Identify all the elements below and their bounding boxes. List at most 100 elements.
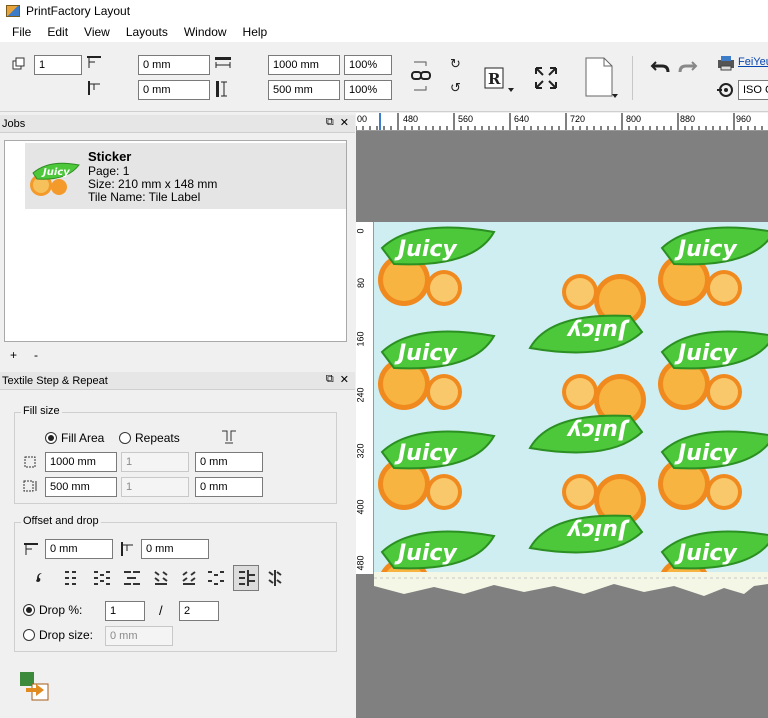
list-item[interactable]: Juicy Sticker Page: 1 Size: 210 mm x 148… bbox=[25, 143, 346, 209]
page-template-icon[interactable] bbox=[584, 56, 620, 103]
fill-height-gap[interactable]: 0 mm bbox=[195, 477, 263, 497]
job-thumbnail: Juicy bbox=[30, 162, 80, 196]
copies-input[interactable]: 1 bbox=[34, 55, 82, 75]
app-title: PrintFactory Layout bbox=[26, 4, 131, 18]
fill-height-input[interactable]: 500 mm bbox=[45, 477, 117, 497]
pattern-tile: Juicy bbox=[378, 430, 496, 510]
menu-edit[interactable]: Edit bbox=[39, 25, 76, 39]
remove-job-button[interactable]: - bbox=[34, 348, 38, 362]
float-panel-icon[interactable]: ⧉ bbox=[326, 116, 334, 129]
offset-h-input[interactable]: 0 mm bbox=[45, 539, 113, 559]
svg-text:Juicy: Juicy bbox=[674, 541, 738, 566]
menu-help[interactable]: Help bbox=[235, 25, 276, 39]
printer-link[interactable]: FeiYeu bbox=[738, 56, 768, 68]
scale-y-input[interactable]: 100% bbox=[344, 80, 392, 100]
drop-percent-label: Drop %: bbox=[39, 603, 83, 617]
jobs-panel-title: Jobs bbox=[2, 117, 26, 130]
apply-step-repeat-icon[interactable] bbox=[18, 670, 50, 702]
svg-text:Juicy: Juicy bbox=[394, 441, 458, 466]
svg-text:Juicy: Juicy bbox=[566, 318, 630, 343]
toolbar: 1 0 mm 0 mm 1000 mm 500 mm 100% 100% ↻ ↺… bbox=[0, 44, 768, 112]
rotate-ccw-icon[interactable]: ↺ bbox=[450, 80, 461, 96]
menu-file[interactable]: File bbox=[4, 25, 39, 39]
fill-area-radio[interactable]: Fill Area bbox=[45, 431, 104, 445]
pattern-selected-button[interactable] bbox=[233, 565, 259, 591]
resize-tool-icon[interactable]: R bbox=[484, 66, 518, 99]
app-icon bbox=[6, 5, 20, 17]
ruler-label: 80 bbox=[356, 277, 367, 289]
ruler-label: 160 bbox=[356, 331, 366, 347]
float-panel-icon[interactable]: ⧉ bbox=[326, 373, 334, 386]
svg-text:Juicy: Juicy bbox=[394, 237, 458, 262]
undo-icon[interactable] bbox=[650, 58, 670, 77]
add-job-button[interactable]: + bbox=[10, 348, 17, 362]
pattern-tile: Juicy bbox=[528, 374, 646, 454]
menu-view[interactable]: View bbox=[76, 25, 118, 39]
svg-text:Juicy: Juicy bbox=[674, 341, 738, 366]
menu-window[interactable]: Window bbox=[176, 25, 235, 39]
ruler-label: 800 bbox=[626, 114, 642, 124]
fill-height-repeats: 1 bbox=[121, 477, 189, 497]
pattern-rotate-icon[interactable] bbox=[207, 569, 225, 590]
pattern-tile: Juicy bbox=[378, 330, 496, 410]
redo-icon[interactable] bbox=[678, 58, 698, 77]
profile-select[interactable]: ISO C bbox=[738, 80, 768, 100]
drop-numerator-input[interactable]: 1 bbox=[105, 601, 145, 621]
height-input[interactable]: 500 mm bbox=[268, 80, 340, 100]
pattern-diagonal-icon[interactable] bbox=[267, 569, 283, 590]
drop-percent-radio-dot[interactable] bbox=[23, 604, 35, 616]
drop-percent-radio[interactable]: Drop %: bbox=[23, 603, 82, 617]
fill-width-gap[interactable]: 0 mm bbox=[195, 452, 263, 472]
artwork-sheet[interactable]: Juicy Juicy Juicy Juicy Juicy Juicy Juic… bbox=[374, 222, 768, 574]
fill-width-input[interactable]: 1000 mm bbox=[45, 452, 117, 472]
h-offset-input[interactable]: 0 mm bbox=[138, 55, 210, 75]
menu-layouts[interactable]: Layouts bbox=[118, 25, 176, 39]
h-offset-icon bbox=[86, 54, 102, 73]
pattern-flip-icon[interactable] bbox=[181, 569, 197, 590]
rotate-cw-icon[interactable]: ↻ bbox=[450, 56, 461, 72]
drop-size-input: 0 mm bbox=[105, 626, 173, 646]
close-panel-icon[interactable]: ✕ bbox=[340, 373, 349, 386]
scale-x-input[interactable]: 100% bbox=[344, 55, 392, 75]
v-offset-icon bbox=[86, 80, 102, 99]
ruler-vertical: 0 80 160 240 320 400 480 bbox=[356, 222, 374, 574]
pattern-half-drop-icon[interactable] bbox=[93, 569, 111, 590]
jobs-list[interactable]: Juicy Sticker Page: 1 Size: 210 mm x 148… bbox=[4, 140, 347, 342]
svg-text:R: R bbox=[488, 70, 501, 88]
pattern-mirror-icon[interactable] bbox=[153, 569, 169, 590]
pattern-tile: Juicy bbox=[660, 530, 768, 574]
drop-size-radio-dot[interactable] bbox=[23, 629, 35, 641]
offset-drop-group: Offset and drop 0 mm 0 mm Drop %: 1 / 2 … bbox=[14, 515, 337, 652]
offset-drop-legend: Offset and drop bbox=[21, 515, 101, 527]
toolbar-separator bbox=[632, 56, 633, 100]
repeats-radio[interactable]: Repeats bbox=[119, 431, 180, 445]
drop-denominator-input[interactable]: 2 bbox=[179, 601, 219, 621]
close-panel-icon[interactable]: ✕ bbox=[340, 116, 349, 129]
ruler-label: 720 bbox=[570, 114, 586, 124]
printer-icon bbox=[716, 54, 736, 75]
pattern-brick-icon[interactable] bbox=[123, 569, 141, 590]
pattern-offset-drop-icon bbox=[239, 570, 255, 586]
width-input[interactable]: 1000 mm bbox=[268, 55, 340, 75]
fit-to-page-icon[interactable] bbox=[534, 66, 558, 93]
fill-height-icon bbox=[23, 479, 39, 496]
offset-v-icon bbox=[119, 541, 135, 560]
align-icon[interactable] bbox=[220, 429, 238, 448]
pattern-tile: Juicy bbox=[528, 274, 646, 354]
link-chain-icon[interactable] bbox=[410, 60, 432, 95]
ruler-label: 0 bbox=[356, 228, 366, 234]
pattern-none-icon[interactable] bbox=[33, 569, 45, 590]
ruler-label: 00 bbox=[357, 114, 368, 124]
offset-v-input[interactable]: 0 mm bbox=[141, 539, 209, 559]
pattern-straight-icon[interactable] bbox=[63, 569, 79, 590]
offset-h-icon bbox=[23, 541, 39, 560]
repeats-radio-dot[interactable] bbox=[119, 432, 131, 444]
v-offset-input[interactable]: 0 mm bbox=[138, 80, 210, 100]
svg-text:Juicy: Juicy bbox=[394, 341, 458, 366]
sheet-torn-edge bbox=[374, 572, 768, 596]
fill-area-radio-dot[interactable] bbox=[45, 432, 57, 444]
drop-slash: / bbox=[159, 603, 163, 618]
ruler-label: 960 bbox=[736, 114, 752, 124]
copies-icon bbox=[12, 57, 26, 74]
drop-size-radio[interactable]: Drop size: bbox=[23, 628, 93, 642]
